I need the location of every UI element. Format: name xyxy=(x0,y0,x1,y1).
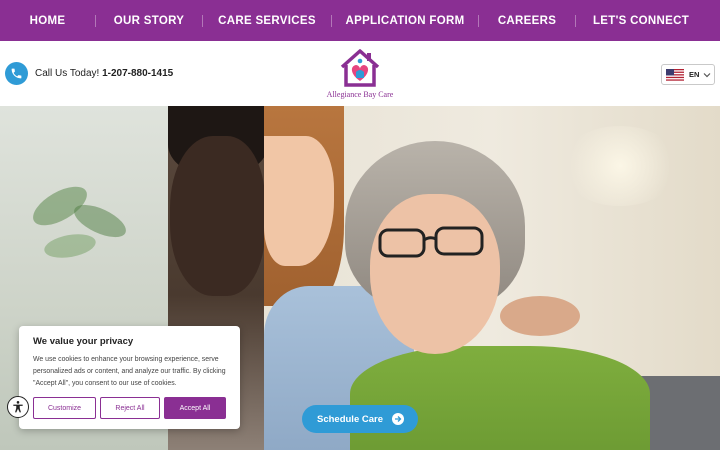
nav-careers[interactable]: CAREERS xyxy=(479,0,575,41)
arrow-right-icon xyxy=(392,413,404,425)
nav-application-form[interactable]: APPLICATION FORM xyxy=(332,0,478,41)
accessibility-button[interactable] xyxy=(7,396,29,418)
nav-lets-connect[interactable]: LET'S CONNECT xyxy=(576,0,706,41)
phone-icon xyxy=(5,62,28,85)
phone-text: Call Us Today! 1-207-880-1415 xyxy=(35,68,173,79)
customize-label: Customize xyxy=(47,404,82,412)
language-selector[interactable]: EN xyxy=(661,64,715,85)
cookie-message: We use cookies to enhance your browsing … xyxy=(33,356,226,387)
schedule-care-button[interactable]: Schedule Care xyxy=(302,405,418,433)
site-logo[interactable]: Allegiance Bay Care xyxy=(318,47,402,103)
us-flag-icon xyxy=(666,68,684,81)
phone-number[interactable]: 1-207-880-1415 xyxy=(102,68,173,79)
caregiver-face xyxy=(264,136,334,266)
nav-our-story-label: OUR STORY xyxy=(113,14,185,27)
caregiver-hand xyxy=(500,296,580,336)
nav-our-story[interactable]: OUR STORY xyxy=(96,0,202,41)
accept-all-button[interactable]: Accept All xyxy=(164,397,226,419)
reject-all-button[interactable]: Reject All xyxy=(100,397,160,419)
chevron-down-icon xyxy=(703,72,711,77)
nav-care-services[interactable]: CARE SERVICES xyxy=(203,0,331,41)
logo-house-icon xyxy=(340,49,380,87)
plant-image xyxy=(33,186,126,258)
customize-button[interactable]: Customize xyxy=(33,397,96,419)
nav-careers-label: CAREERS xyxy=(497,14,557,27)
senior-shirt xyxy=(350,346,650,450)
accessibility-icon xyxy=(13,401,23,413)
hero-person-face xyxy=(170,136,265,296)
accept-label: Accept All xyxy=(179,404,211,412)
logo-text: Allegiance Bay Care xyxy=(326,90,394,99)
cookie-actions: Customize Reject All Accept All xyxy=(33,397,226,419)
nav-home-label: HOME xyxy=(29,14,66,27)
schedule-care-label: Schedule Care xyxy=(317,413,383,425)
language-code: EN xyxy=(689,70,700,79)
senior-face xyxy=(370,194,500,354)
reject-label: Reject All xyxy=(115,404,145,412)
cookie-consent-dialog: We value your privacy We use cookies to … xyxy=(19,326,240,429)
glasses-image xyxy=(378,226,484,258)
nav-application-form-label: APPLICATION FORM xyxy=(345,14,465,27)
nav-care-services-label: CARE SERVICES xyxy=(218,14,316,27)
cookie-title: We value your privacy xyxy=(33,336,134,347)
nav-lets-connect-label: LET'S CONNECT xyxy=(592,14,690,27)
nav-home[interactable]: HOME xyxy=(0,0,95,41)
site-header: Call Us Today! 1-207-880-1415 Allegiance… xyxy=(0,41,720,106)
phone-contact[interactable]: Call Us Today! 1-207-880-1415 xyxy=(5,62,173,85)
phone-prefix: Call Us Today! xyxy=(35,68,100,79)
top-navigation: HOME OUR STORY CARE SERVICES APPLICATION… xyxy=(0,0,720,41)
lamp-glow xyxy=(560,126,680,206)
